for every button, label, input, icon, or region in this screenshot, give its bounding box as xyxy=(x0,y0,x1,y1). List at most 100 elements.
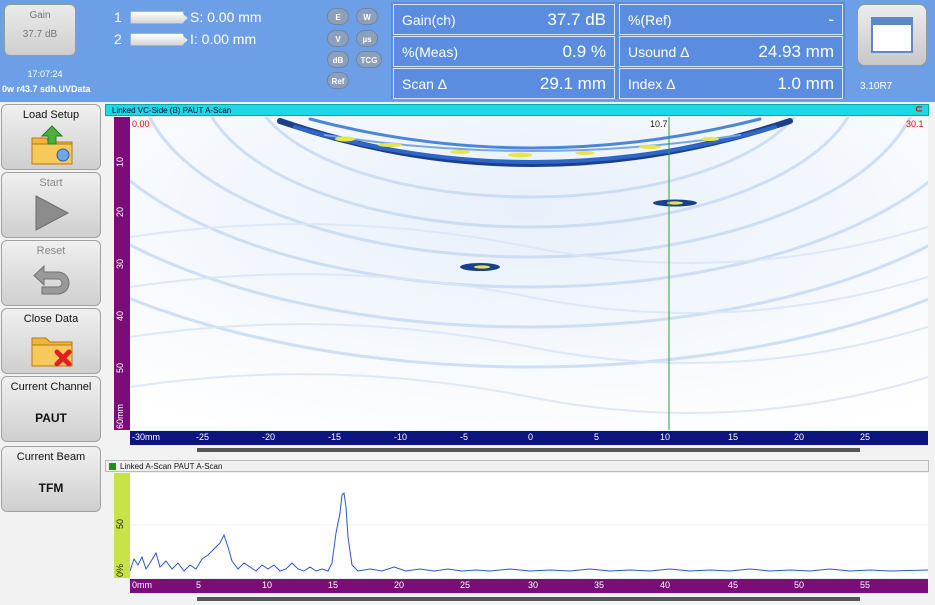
bscan-scan-tick: -15 xyxy=(328,432,342,442)
reading-gain-ch-value: 37.7 dB xyxy=(547,9,606,29)
load-setup-label: Load Setup xyxy=(22,109,80,121)
cursor-2-slider[interactable] xyxy=(130,32,188,46)
mode-button-v[interactable]: V xyxy=(327,30,349,47)
bscan-scan-tick: 10 xyxy=(660,432,671,442)
mode-button-tcg[interactable]: TCG xyxy=(356,51,382,68)
start-button[interactable]: Start xyxy=(1,172,101,238)
ascan-depth-tick: 5 xyxy=(196,580,202,590)
reading-ref[interactable]: %(Ref) - xyxy=(619,4,843,35)
reading-meas[interactable]: %(Meas) 0.9 % xyxy=(393,36,615,67)
current-channel-value: PAUT xyxy=(35,411,67,425)
ascan-depth-tick: 35 xyxy=(594,580,605,590)
window-menu-button[interactable] xyxy=(857,4,927,66)
cursor-2-readout: I: 0.00 mm xyxy=(190,31,257,47)
cursor-2-row: 2 I: 0.00 mm xyxy=(114,30,256,48)
bscan-depth-tick: 50 xyxy=(115,362,125,373)
reading-scan-label: Scan Δ xyxy=(402,75,448,92)
bscan-scan-tick: -10 xyxy=(394,432,408,442)
bscan-depth-ruler[interactable]: 10 20 30 40 50 60mm xyxy=(114,117,130,430)
cursor-1-readout: S: 0.00 mm xyxy=(190,9,262,25)
bscan-image[interactable]: 0.00 10.7 30.1 xyxy=(130,117,928,430)
reset-button[interactable]: Reset xyxy=(1,240,101,306)
current-beam-label: Current Beam xyxy=(16,451,86,463)
reading-usound[interactable]: Usound Δ 24.93 mm xyxy=(619,36,843,67)
ascan-plot[interactable] xyxy=(129,473,929,578)
reading-index-value: 1.0 mm xyxy=(777,73,834,93)
start-label: Start xyxy=(39,177,63,189)
bscan-scan-tick: 20 xyxy=(794,432,805,442)
reading-gain-ch[interactable]: Gain(ch) 37.7 dB xyxy=(393,4,615,35)
ascan-amplitude-ruler[interactable]: 50 0% xyxy=(114,473,130,578)
ascan-horizontal-scrollbar[interactable] xyxy=(197,597,860,601)
current-beam-button[interactable]: Current Beam TFM xyxy=(1,446,101,512)
folder-upload-icon xyxy=(31,125,73,165)
bscan-scan-tick: -25 xyxy=(196,432,210,442)
ascan-depth-tick: 55 xyxy=(860,580,871,590)
bscan-scan-tick: -5 xyxy=(460,432,469,442)
mode-button-ref[interactable]: Ref xyxy=(327,72,349,89)
app-window: Gain 37.7 dB 17:07:24 0w r43.7 sdh.UVDat… xyxy=(0,0,935,605)
ascan-title-bar: Linked A-Scan PAUT A-Scan xyxy=(105,460,929,472)
reading-ref-label: %(Ref) xyxy=(628,11,672,28)
ascan-amplitude-tick: 0% xyxy=(115,563,125,577)
readings-panel: Gain(ch) 37.7 dB %(Ref) - %(Meas) 0.9 % … xyxy=(391,2,845,99)
gain-button[interactable]: Gain 37.7 dB xyxy=(4,4,76,56)
ascan-depth-tick: 45 xyxy=(728,580,739,590)
current-beam-value: TFM xyxy=(38,481,64,495)
bscan-depth-tick: 60mm xyxy=(115,403,125,429)
bscan-scan-tick: 15 xyxy=(728,432,739,442)
ascan-depth-tick: 10 xyxy=(262,580,273,590)
window-icon xyxy=(871,17,913,53)
current-channel-label: Current Channel xyxy=(10,381,92,393)
bscan-title-bar: Linked VC-Side (B) PAUT A-Scan xyxy=(105,104,929,116)
clock: 17:07:24 xyxy=(27,69,63,79)
bscan-horizontal-scrollbar[interactable] xyxy=(197,448,860,452)
bscan-scan-tick: -30mm xyxy=(132,432,161,442)
gain-label: Gain xyxy=(29,10,51,21)
top-toolbar: Gain 37.7 dB 17:07:24 0w r43.7 sdh.UVDat… xyxy=(0,0,935,102)
cursor-1-number: 1 xyxy=(114,9,122,25)
reading-index[interactable]: Index Δ 1.0 mm xyxy=(619,68,843,99)
current-channel-button[interactable]: Current Channel PAUT xyxy=(1,376,101,442)
mode-button-e[interactable]: E xyxy=(327,8,349,25)
ascan-depth-tick: 40 xyxy=(660,580,671,590)
ascan-depth-tick: 25 xyxy=(460,580,471,590)
magnet-icon[interactable]: ⊂ xyxy=(909,104,929,116)
ascan-amplitude-tick: 50 xyxy=(115,518,125,529)
undo-icon xyxy=(33,264,70,295)
cursor-1-row: 1 S: 0.00 mm xyxy=(114,8,262,26)
mode-button-w[interactable]: W xyxy=(356,8,378,25)
reading-meas-label: %(Meas) xyxy=(402,43,459,60)
folder-close-icon xyxy=(31,337,73,367)
play-icon xyxy=(35,195,70,231)
bscan-scan-tick: 5 xyxy=(594,432,600,442)
ascan-depth-tick: 30 xyxy=(528,580,539,590)
ascan-depth-tick: 20 xyxy=(394,580,405,590)
ascan-depth-tick: 50 xyxy=(794,580,805,590)
mode-button-db[interactable]: dB xyxy=(327,51,349,68)
ascan-depth-tick: 15 xyxy=(328,580,339,590)
reading-scan-value: 29.1 mm xyxy=(539,73,606,93)
reading-usound-label: Usound Δ xyxy=(628,43,690,60)
reading-scan[interactable]: Scan Δ 29.1 mm xyxy=(393,68,615,99)
load-setup-button[interactable]: Load Setup xyxy=(1,104,101,170)
close-data-button[interactable]: Close Data xyxy=(1,308,101,374)
bscan-cursor-right-readout: 30.1 xyxy=(906,119,924,129)
cursor-1-slider[interactable] xyxy=(130,10,188,24)
bscan-depth-tick: 30 xyxy=(115,258,125,269)
reading-gain-ch-label: Gain(ch) xyxy=(402,11,456,28)
gain-value: 37.7 dB xyxy=(22,29,58,40)
bscan-depth-tick: 40 xyxy=(115,310,125,321)
reading-usound-value: 24.93 mm xyxy=(758,41,834,61)
mode-button-us[interactable]: µs xyxy=(356,30,378,47)
reading-index-label: Index Δ xyxy=(628,75,676,92)
close-data-label: Close Data xyxy=(23,313,79,325)
reading-ref-value: - xyxy=(828,9,834,29)
bscan-scan-tick: 0 xyxy=(528,432,534,442)
bscan-scan-ruler[interactable]: -30mm -25 -20 -15 -10 -5 0 5 10 15 20 25 xyxy=(130,431,928,445)
ascan-depth-ruler[interactable]: 0mm 5 10 15 20 25 30 35 40 45 50 55 xyxy=(130,579,928,593)
bscan-ultrasound-image xyxy=(130,117,928,430)
bscan-depth-tick: 20 xyxy=(115,206,125,217)
reset-label: Reset xyxy=(36,245,66,257)
reading-meas-value: 0.9 % xyxy=(562,41,606,61)
